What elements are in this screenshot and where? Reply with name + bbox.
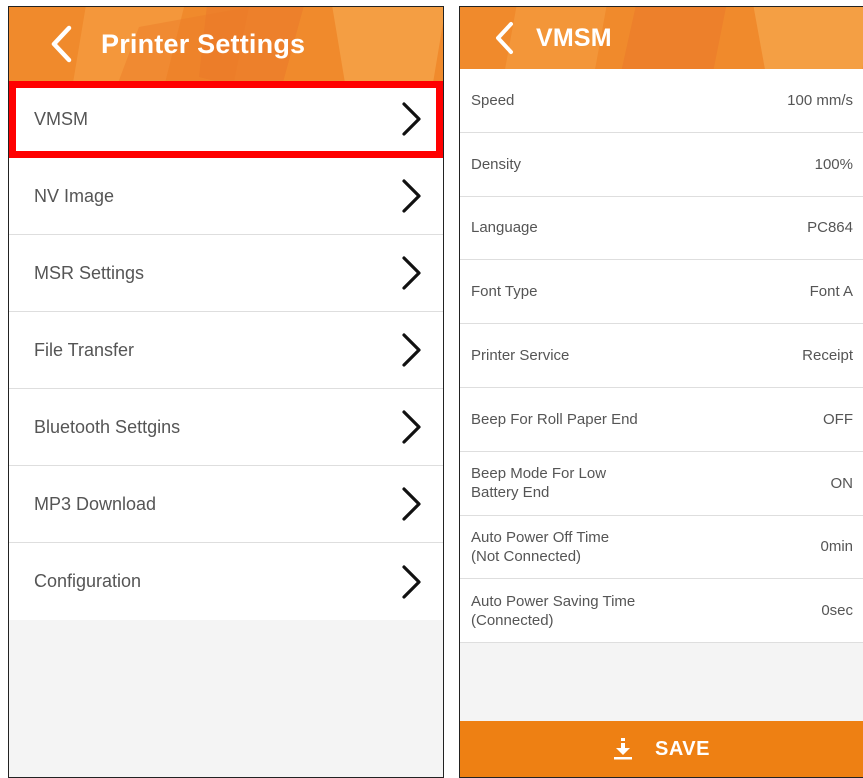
setting-row[interactable]: Font Type Font A bbox=[460, 260, 863, 325]
printer-settings-screen: Printer Settings VMSM NV Image MSR Setting… bbox=[8, 6, 444, 778]
menu-item[interactable]: File Transfer bbox=[9, 312, 443, 389]
save-label: SAVE bbox=[655, 737, 710, 760]
back-button[interactable] bbox=[39, 22, 83, 66]
setting-label: Density bbox=[471, 155, 522, 173]
chevron-left-icon bbox=[496, 22, 513, 54]
back-button[interactable] bbox=[484, 16, 524, 60]
page-title: Printer Settings bbox=[101, 28, 306, 59]
menu-item[interactable]: MP3 Download bbox=[9, 466, 443, 543]
chevron-right-icon bbox=[402, 102, 421, 136]
setting-row[interactable]: Auto Power Saving Time (Connected) 0sec bbox=[460, 579, 863, 644]
vmsm-screen: VMSM Speed 100 mm/s Density 100% Language PC8… bbox=[459, 6, 863, 778]
setting-label: Speed bbox=[471, 91, 515, 109]
setting-row[interactable]: Beep For Roll Paper End OFF bbox=[460, 388, 863, 452]
chevron-right-icon bbox=[402, 410, 421, 444]
chevron-right-icon bbox=[402, 179, 421, 213]
chevron-left-icon bbox=[51, 25, 72, 63]
menu-item[interactable]: VMSM bbox=[9, 81, 443, 158]
setting-value: Receipt bbox=[802, 347, 853, 365]
setting-label: Auto Power Off Time (Not Connected) bbox=[471, 528, 610, 565]
setting-value: Font A bbox=[809, 283, 853, 301]
header-bar: Printer Settings bbox=[9, 7, 443, 81]
menu-item[interactable]: NV Image bbox=[9, 158, 443, 235]
menu-item-label: Bluetooth Settgins bbox=[34, 416, 181, 437]
setting-value: 100% bbox=[814, 155, 853, 173]
setting-value: OFF bbox=[823, 410, 853, 428]
menu-item-label: NV Image bbox=[34, 185, 115, 206]
download-icon bbox=[614, 738, 632, 760]
menu-item-label: File Transfer bbox=[34, 339, 135, 360]
vmsm-settings-list: Speed 100 mm/s Density 100% Language PC864 Fon… bbox=[460, 69, 863, 644]
setting-row[interactable]: Speed 100 mm/s bbox=[460, 69, 863, 133]
chevron-right-icon bbox=[402, 487, 421, 521]
header-bar: VMSM bbox=[460, 7, 863, 69]
setting-label: Font Type bbox=[471, 283, 538, 301]
setting-value: 0sec bbox=[821, 602, 853, 620]
setting-value: 100 mm/s bbox=[787, 91, 853, 109]
menu-item-label: MSR Settings bbox=[34, 262, 145, 283]
setting-value: PC864 bbox=[807, 219, 853, 237]
setting-row[interactable]: Beep Mode For Low Battery End ON bbox=[460, 452, 863, 516]
menu-item[interactable]: MSR Settings bbox=[9, 235, 443, 312]
chevron-right-icon bbox=[402, 333, 421, 367]
menu-item-label: VMSM bbox=[34, 108, 88, 129]
setting-value: ON bbox=[830, 474, 854, 492]
settings-menu-list: VMSM NV Image MSR Settings File Transfer Blu… bbox=[9, 81, 443, 620]
menu-item-label: Configuration bbox=[34, 571, 142, 591]
chevron-right-icon bbox=[402, 256, 421, 290]
menu-item-label: MP3 Download bbox=[34, 493, 157, 514]
setting-label: Beep Mode For Low Battery End bbox=[471, 465, 607, 502]
chevron-right-icon bbox=[402, 564, 421, 599]
menu-item[interactable]: Configuration bbox=[9, 543, 443, 620]
setting-label: Printer Service bbox=[471, 347, 570, 365]
save-button[interactable]: SAVE bbox=[460, 721, 863, 777]
setting-label: Beep For Roll Paper End bbox=[471, 410, 638, 428]
setting-label: Auto Power Saving Time (Connected) bbox=[471, 592, 636, 629]
menu-item[interactable]: Bluetooth Settgins bbox=[9, 389, 443, 466]
page-title: VMSM bbox=[536, 23, 612, 52]
setting-row[interactable]: Language PC864 bbox=[460, 197, 863, 261]
setting-row[interactable]: Auto Power Off Time (Not Connected) 0min bbox=[460, 516, 863, 580]
setting-value: 0min bbox=[820, 538, 853, 556]
setting-row[interactable]: Density 100% bbox=[460, 133, 863, 197]
setting-label: Language bbox=[471, 219, 538, 237]
setting-row[interactable]: Printer Service Receipt bbox=[460, 324, 863, 388]
